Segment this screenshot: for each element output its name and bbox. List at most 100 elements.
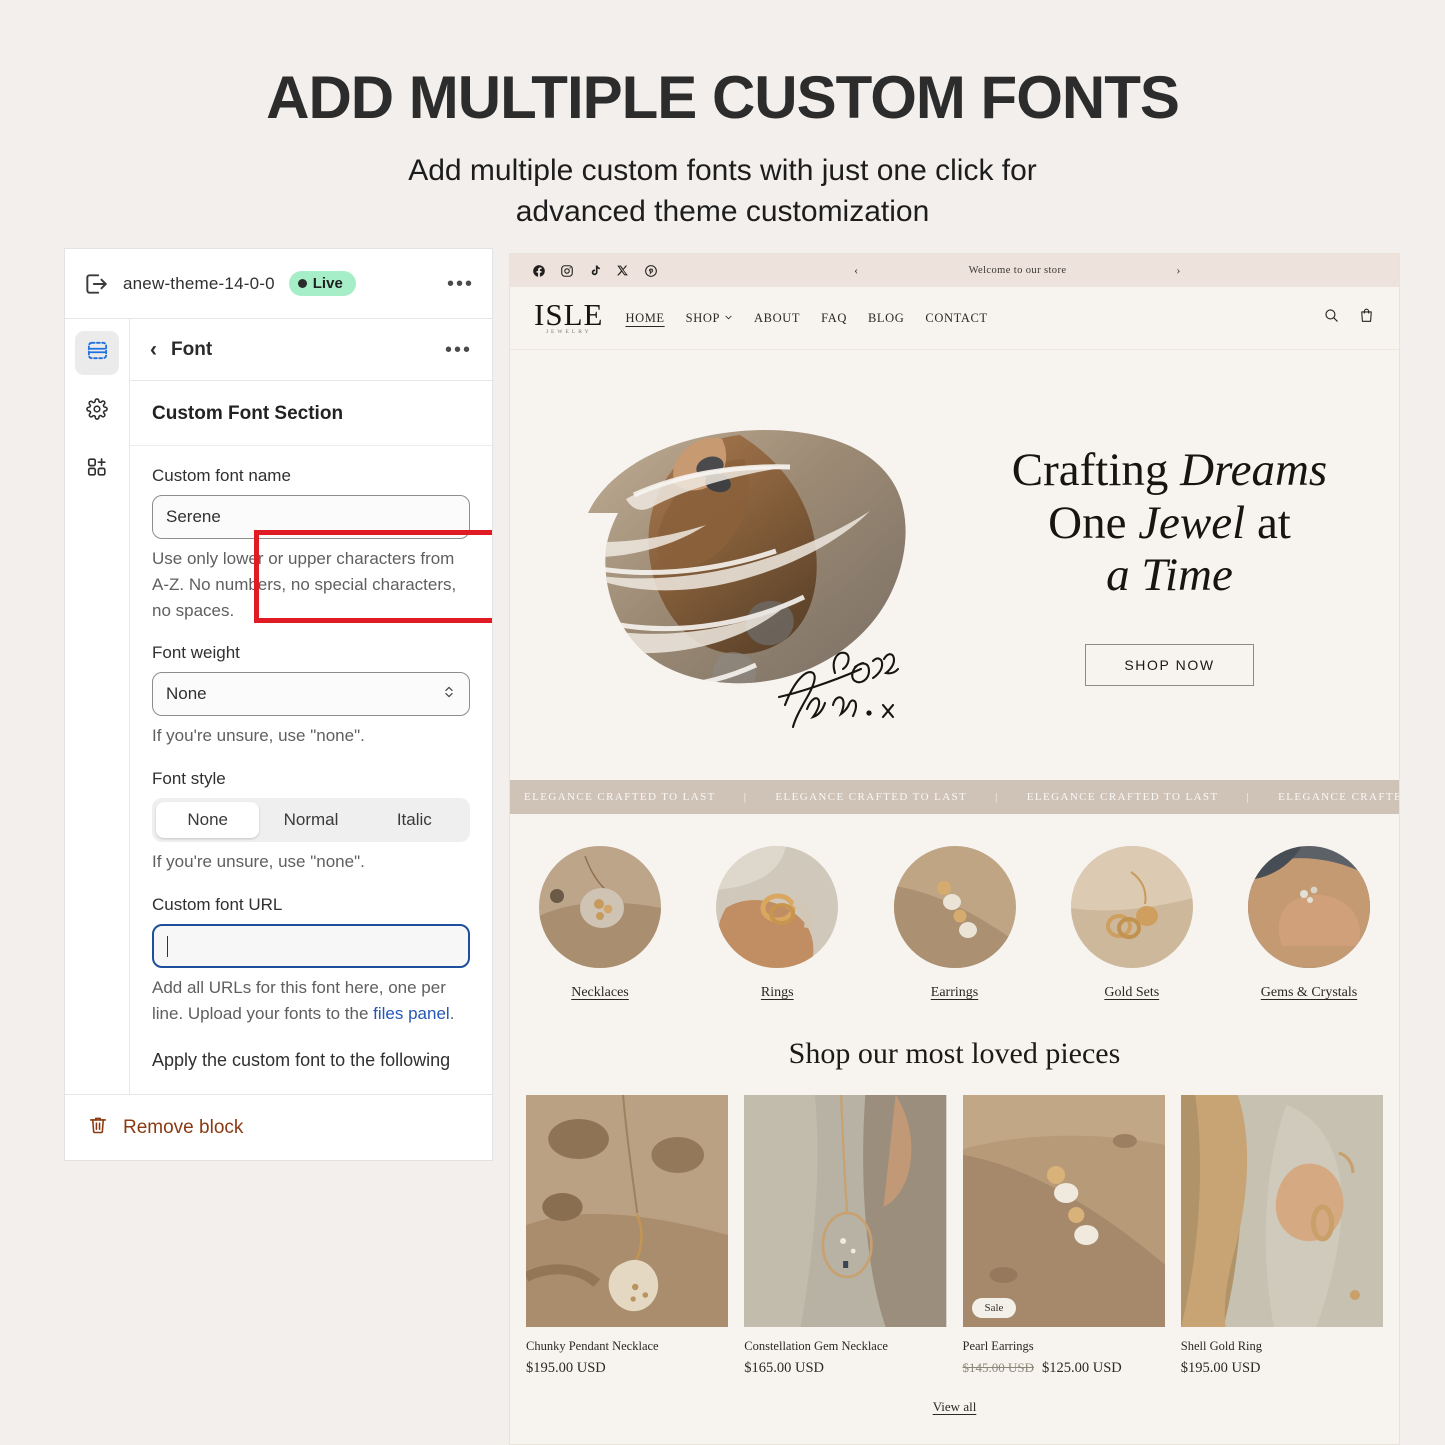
shell-gold-ring-image	[1181, 1095, 1383, 1327]
store-logo[interactable]: ISLE JEWELRY	[534, 301, 603, 336]
chunky-pendant-necklace-image	[526, 1095, 728, 1327]
status-dot-icon	[298, 279, 307, 288]
panel-title: Font	[171, 339, 212, 361]
font-url-helper-period: .	[450, 1004, 455, 1023]
category-label: Necklaces	[536, 985, 664, 1001]
section-heading: Custom Font Section	[130, 381, 492, 446]
promo-header: ADD MULTIPLE CUSTOM FONTS Add multiple c…	[0, 0, 1445, 232]
hero-heading-line-3: a Time	[950, 549, 1389, 602]
tiktok-icon[interactable]	[588, 264, 602, 278]
editor-settings-panel: ‹ Font ••• Custom Font Section Custom fo…	[130, 319, 492, 1094]
category-item[interactable]: Gems & Crystals	[1245, 846, 1373, 1001]
rail-sections-button[interactable]	[75, 331, 119, 375]
remove-block-button[interactable]: Remove block	[123, 1117, 243, 1139]
hero-signature	[763, 613, 938, 733]
font-weight-label: Font weight	[152, 643, 470, 663]
product-price-row: $195.00 USD	[526, 1360, 728, 1377]
hero-heading-line-1-plain: Crafting	[1012, 444, 1180, 496]
search-icon[interactable]	[1323, 307, 1340, 329]
menu-item-home[interactable]: HOME	[625, 311, 664, 326]
product-title: Shell Gold Ring	[1181, 1339, 1383, 1354]
panel-header: ‹ Font •••	[130, 319, 492, 381]
facebook-icon[interactable]	[532, 264, 546, 278]
instagram-icon[interactable]	[560, 264, 574, 278]
font-style-label: Font style	[152, 769, 470, 789]
category-item[interactable]: Rings	[713, 846, 841, 1001]
font-style-option-none[interactable]: None	[156, 802, 259, 838]
gems-crystals-thumbnail	[1248, 846, 1370, 968]
font-url-helper: Add all URLs for this font here, one per…	[152, 975, 470, 1027]
announcement-bar: ‹ Welcome to our store ›	[510, 254, 1399, 287]
hero-heading-line-1: Crafting Dreams	[950, 444, 1389, 497]
product-card[interactable]: Chunky Pendant Necklace $195.00 USD	[526, 1095, 728, 1377]
product-card[interactable]: Shell Gold Ring $195.00 USD	[1181, 1095, 1383, 1377]
hero-heading: Crafting Dreams One Jewel at a Time	[950, 444, 1389, 602]
hero-heading-line-2-tail: at	[1245, 497, 1291, 549]
rail-apps-button[interactable]	[75, 447, 119, 491]
category-image	[716, 846, 838, 968]
screenshot-stage: anew-theme-14-0-0 Live •••	[0, 248, 1445, 1445]
hero-heading-line-1-italic: Dreams	[1180, 444, 1327, 496]
font-url-input[interactable]	[152, 924, 470, 968]
x-icon[interactable]	[616, 264, 630, 278]
menu-item-shop-label: SHOP	[686, 311, 720, 326]
product-grid: Chunky Pendant Necklace $195.00 USD	[510, 1095, 1399, 1377]
font-style-option-normal[interactable]: Normal	[259, 802, 362, 838]
files-panel-link[interactable]: files panel	[373, 1004, 450, 1023]
font-style-option-italic[interactable]: Italic	[363, 802, 466, 838]
panel-scroll-area[interactable]: Custom Font Section Custom font name Ser…	[130, 381, 492, 1094]
category-image	[1071, 846, 1193, 968]
category-item[interactable]: Necklaces	[536, 846, 664, 1001]
font-style-segmented-control: None Normal Italic	[152, 798, 470, 842]
menu-item-contact[interactable]: CONTACT	[925, 311, 987, 326]
pinterest-icon[interactable]	[644, 264, 658, 278]
hero-heading-line-2-italic: Jewel	[1138, 497, 1245, 549]
product-card[interactable]: Sale Pearl Earrings $145.00 USD $125.00 …	[963, 1095, 1165, 1377]
font-name-input[interactable]: Serene	[152, 495, 470, 539]
product-image: Sale	[963, 1095, 1165, 1327]
promo-subtitle: Add multiple custom fonts with just one …	[0, 151, 1445, 232]
product-image	[744, 1095, 946, 1327]
marquee-banner: ELEGANCE CRAFTED TO LAST| ELEGANCE CRAFT…	[510, 780, 1399, 814]
product-title: Chunky Pendant Necklace	[526, 1339, 728, 1354]
rail-settings-button[interactable]	[75, 389, 119, 433]
font-url-label: Custom font URL	[152, 895, 470, 915]
menu-item-blog[interactable]: BLOG	[868, 311, 904, 326]
apply-font-helper: Apply the custom font to the following	[152, 1047, 470, 1074]
category-item[interactable]: Earrings	[891, 846, 1019, 1001]
constellation-gem-necklace-image	[744, 1095, 946, 1327]
editor-topbar: anew-theme-14-0-0 Live •••	[65, 249, 492, 319]
category-item[interactable]: Gold Sets	[1068, 846, 1196, 1001]
main-menu: HOME SHOP ABOUT FAQ BLOG CONTACT	[625, 311, 987, 326]
product-old-price: $145.00 USD	[963, 1360, 1035, 1376]
menu-item-faq[interactable]: FAQ	[821, 311, 847, 326]
announcement-carousel: ‹ Welcome to our store ›	[658, 263, 1377, 278]
product-price: $195.00 USD	[1181, 1360, 1261, 1377]
chevron-left-icon[interactable]: ‹	[150, 338, 157, 362]
social-links	[532, 264, 658, 278]
editor-more-button[interactable]: •••	[447, 274, 474, 294]
category-label: Rings	[713, 985, 841, 1001]
category-label: Earrings	[891, 985, 1019, 1001]
font-weight-helper: If you're unsure, use "none".	[152, 723, 470, 749]
marquee-item: ELEGANCE CRAFTED TO LAST	[510, 791, 730, 803]
trash-icon[interactable]	[87, 1114, 109, 1141]
carousel-prev-icon[interactable]: ‹	[854, 263, 858, 278]
font-weight-select[interactable]: None	[152, 672, 470, 716]
exit-icon[interactable]	[83, 271, 109, 297]
panel-more-button[interactable]: •••	[445, 340, 472, 360]
marquee-item: ELEGANCE CRAFTED TO LAST	[761, 791, 981, 803]
carousel-next-icon[interactable]: ›	[1176, 263, 1180, 278]
menu-item-about[interactable]: ABOUT	[754, 311, 800, 326]
shop-now-button[interactable]: SHOP NOW	[1085, 644, 1253, 686]
menu-item-shop[interactable]: SHOP	[686, 311, 733, 326]
earrings-thumbnail	[894, 846, 1016, 968]
apps-icon	[86, 456, 108, 483]
product-title: Pearl Earrings	[963, 1339, 1165, 1354]
view-all-link[interactable]: View all	[510, 1399, 1399, 1415]
product-price-row: $165.00 USD	[744, 1360, 946, 1377]
cart-icon[interactable]	[1358, 307, 1375, 329]
product-card[interactable]: Constellation Gem Necklace $165.00 USD	[744, 1095, 946, 1377]
theme-name: anew-theme-14-0-0	[123, 274, 275, 294]
product-price: $125.00 USD	[1042, 1360, 1122, 1377]
